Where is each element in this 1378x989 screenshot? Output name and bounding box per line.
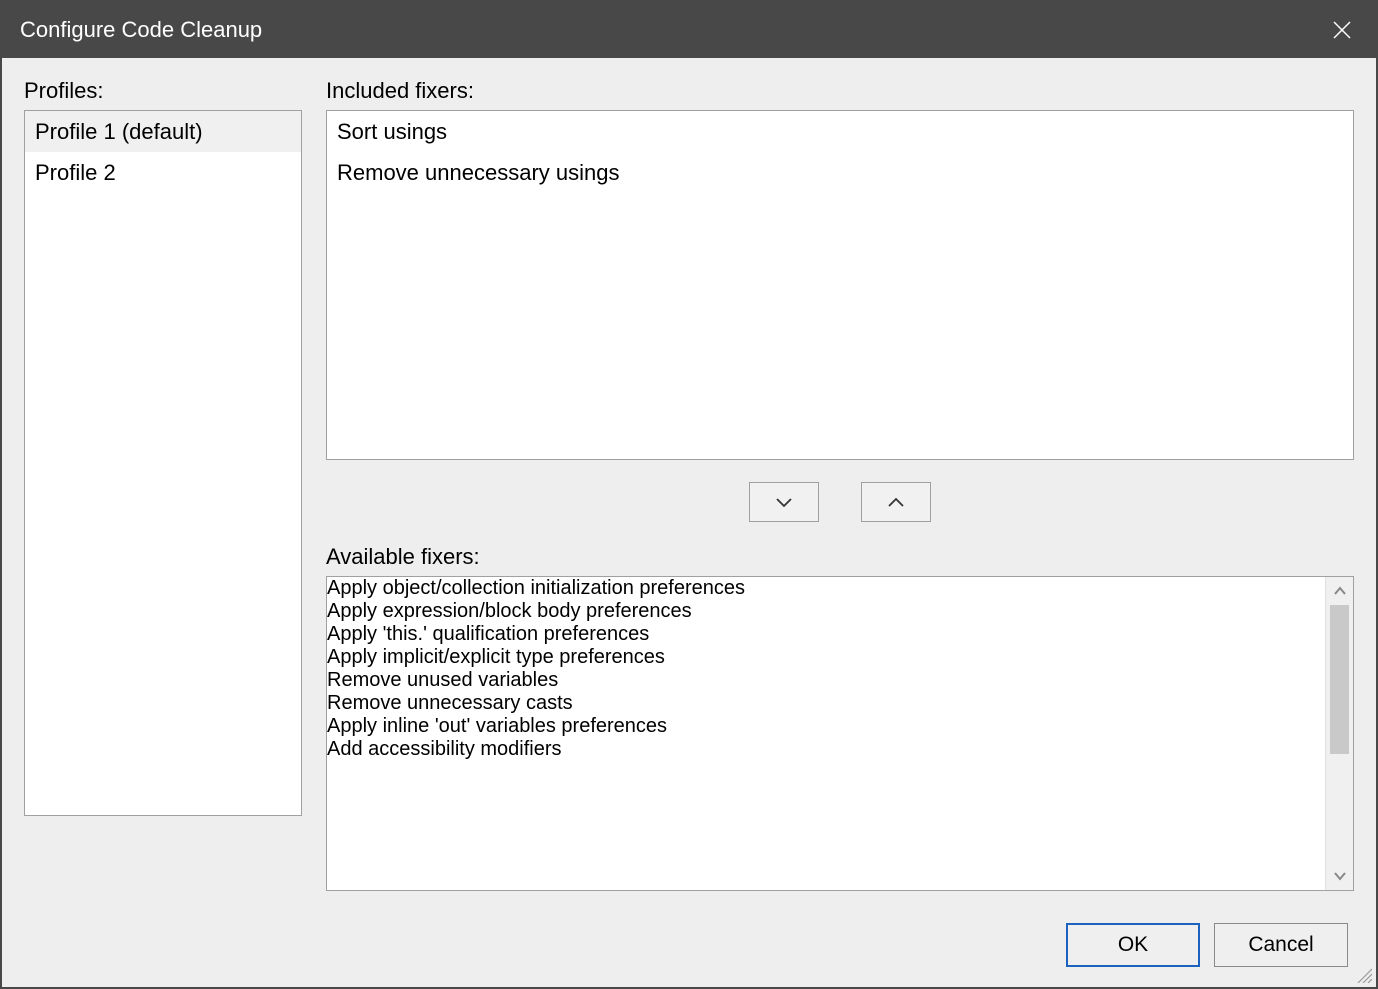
cancel-button-label: Cancel — [1248, 933, 1313, 957]
included-fixer-item[interactable]: Sort usings — [327, 111, 1353, 152]
available-fixer-item[interactable]: Apply 'this.' qualification preferences — [327, 623, 1325, 646]
resize-grip[interactable] — [1352, 963, 1372, 983]
ok-button[interactable]: OK — [1066, 923, 1200, 967]
move-down-button[interactable] — [749, 482, 819, 522]
move-buttons-row — [326, 460, 1354, 544]
available-fixers-listbox[interactable]: Apply object/collection initialization p… — [326, 576, 1354, 892]
ok-button-label: OK — [1118, 933, 1148, 957]
profile-item[interactable]: Profile 2 — [25, 152, 301, 193]
available-fixer-item[interactable]: Apply implicit/explicit type preferences — [327, 646, 1325, 669]
available-fixer-item[interactable]: Remove unused variables — [327, 669, 1325, 692]
included-fixer-item[interactable]: Remove unnecessary usings — [327, 152, 1353, 193]
profiles-listbox[interactable]: Profile 1 (default)Profile 2 — [24, 110, 302, 816]
scrollbar-vertical[interactable] — [1325, 577, 1353, 891]
available-fixer-item[interactable]: Apply expression/block body preferences — [327, 600, 1325, 623]
close-button[interactable] — [1322, 10, 1362, 50]
available-fixer-item[interactable]: Apply object/collection initialization p… — [327, 577, 1325, 600]
included-fixers-listbox[interactable]: Sort usingsRemove unnecessary usings — [326, 110, 1354, 460]
scroll-up-button[interactable] — [1326, 577, 1353, 605]
chevron-up-icon — [886, 495, 906, 509]
scrollbar-thumb[interactable] — [1330, 605, 1349, 754]
cancel-button[interactable]: Cancel — [1214, 923, 1348, 967]
chevron-down-icon — [1334, 871, 1346, 881]
titlebar: Configure Code Cleanup — [2, 2, 1376, 58]
dialog-footer: OK Cancel — [24, 891, 1354, 967]
scrollbar-track[interactable] — [1326, 605, 1353, 863]
profile-item[interactable]: Profile 1 (default) — [25, 111, 301, 152]
available-fixer-item[interactable]: Remove unnecessary casts — [327, 692, 1325, 715]
available-fixer-item[interactable]: Apply inline 'out' variables preferences — [327, 715, 1325, 738]
included-fixers-label: Included fixers: — [326, 78, 1354, 104]
move-up-button[interactable] — [861, 482, 931, 522]
available-fixer-item[interactable]: Add accessibility modifiers — [327, 738, 1325, 761]
scroll-down-button[interactable] — [1326, 862, 1353, 890]
close-icon — [1332, 20, 1352, 40]
chevron-down-icon — [774, 495, 794, 509]
dialog-content: Profiles: Profile 1 (default)Profile 2 I… — [2, 58, 1376, 987]
chevron-up-icon — [1334, 586, 1346, 596]
profiles-label: Profiles: — [24, 78, 302, 104]
dialog-window: Configure Code Cleanup Profiles: Profile… — [0, 0, 1378, 989]
available-fixers-label: Available fixers: — [326, 544, 1354, 570]
window-title: Configure Code Cleanup — [20, 17, 262, 43]
